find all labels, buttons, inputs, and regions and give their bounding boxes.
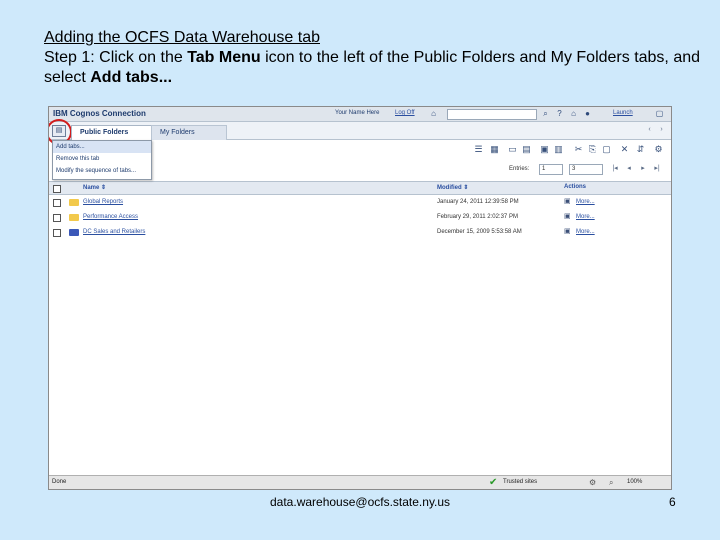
tab-bar: ▤ Public Folders My Folders ‹ › bbox=[49, 119, 671, 145]
table-row: Global Reports January 24, 2011 12:39:58… bbox=[49, 195, 671, 210]
last-page-icon[interactable]: ▸| bbox=[653, 165, 661, 173]
details-view-icon[interactable]: ▦ bbox=[489, 144, 500, 155]
search-icon[interactable]: ⌕ bbox=[541, 109, 550, 118]
tab-my-folders[interactable]: My Folders bbox=[151, 125, 227, 140]
new-folder-icon[interactable]: ▭ bbox=[507, 144, 518, 155]
app-brand: IBM Cognos Connection bbox=[53, 109, 146, 118]
help-icon[interactable]: ? bbox=[555, 109, 564, 118]
prev-page-icon[interactable]: ◂ bbox=[625, 165, 633, 173]
row-more-link[interactable]: More... bbox=[576, 229, 595, 235]
step-text-prefix: Step 1: Click on the bbox=[44, 49, 188, 66]
row-name-link[interactable]: Global Reports bbox=[83, 199, 123, 205]
package-icon bbox=[69, 229, 79, 236]
browser-status-bar: Done ✔ Trusted sites ⚙ ⌕ 100% bbox=[49, 475, 671, 489]
entries-label: Entries: bbox=[509, 166, 530, 172]
row-modified: January 24, 2011 12:39:58 PM bbox=[437, 199, 519, 205]
cognos-screenshot: IBM Cognos Connection Your Name Here Log… bbox=[48, 106, 672, 490]
folder-icon bbox=[69, 214, 79, 221]
next-tab-icon[interactable]: › bbox=[657, 125, 666, 134]
search-input[interactable] bbox=[447, 109, 537, 120]
tab-menu-dropdown: Add tabs... Remove this tab Modify the s… bbox=[52, 140, 152, 180]
footer-email: data.warehouse@ocfs.state.ny.us bbox=[270, 495, 451, 509]
first-page-icon[interactable]: |◂ bbox=[611, 165, 619, 173]
zoom-icon[interactable]: ⌕ bbox=[609, 478, 613, 488]
row-name-link[interactable]: Performance Access bbox=[83, 214, 138, 220]
home-icon[interactable]: ⌂ bbox=[429, 109, 438, 118]
row-checkbox[interactable] bbox=[53, 214, 61, 222]
row-more-link[interactable]: More... bbox=[576, 199, 595, 205]
set-properties-icon[interactable]: ▣ bbox=[564, 228, 572, 236]
protected-mode-icon[interactable]: ⚙ bbox=[589, 478, 596, 487]
menu-item-remove-tab[interactable]: Remove this tab bbox=[53, 153, 151, 165]
row-name-link[interactable]: DC Sales and Retailers bbox=[83, 229, 145, 235]
column-name-header[interactable]: Name ⇕ bbox=[83, 184, 106, 191]
order-icon[interactable]: ⇵ bbox=[635, 144, 646, 155]
page-number: 6 bbox=[669, 495, 676, 509]
tab-menu-icon[interactable]: ▤ bbox=[49, 119, 72, 145]
row-modified: December 15, 2009 5:53:58 AM bbox=[437, 229, 522, 235]
logoff-link[interactable]: Log Off bbox=[395, 110, 415, 116]
my-area-icon[interactable]: ⌂ bbox=[569, 109, 578, 118]
row-checkbox[interactable] bbox=[53, 229, 61, 237]
copy-icon[interactable]: ⎘ bbox=[587, 144, 598, 155]
table-row: DC Sales and Retailers December 15, 2009… bbox=[49, 225, 671, 240]
content-table: Name ⇕ Modified ⇕ Actions Global Reports… bbox=[49, 181, 671, 240]
new-page-icon[interactable]: ▤ bbox=[521, 144, 532, 155]
column-modified-header[interactable]: Modified ⇕ bbox=[437, 184, 468, 191]
column-actions-header: Actions bbox=[564, 184, 587, 190]
row-checkbox[interactable] bbox=[53, 199, 61, 207]
table-row: Performance Access February 29, 2011 2:0… bbox=[49, 210, 671, 225]
slide-title: Adding the OCFS Data Warehouse tab bbox=[44, 29, 320, 46]
new-url-icon[interactable]: ▥ bbox=[553, 144, 564, 155]
step-text-tab-menu: Tab Menu bbox=[187, 49, 261, 66]
zoom-level[interactable]: 100% bbox=[627, 479, 642, 485]
maximize-icon[interactable]: ▢ bbox=[655, 109, 664, 118]
checkmark-icon: ✔ bbox=[489, 477, 498, 488]
entries-to-field[interactable]: 3 bbox=[569, 164, 603, 175]
step-text-add-tabs: Add tabs... bbox=[90, 69, 173, 86]
table-header: Name ⇕ Modified ⇕ Actions bbox=[49, 181, 671, 195]
launch-menu[interactable]: Launch bbox=[613, 110, 633, 116]
set-properties-icon[interactable]: ▣ bbox=[564, 213, 572, 221]
app-header: IBM Cognos Connection Your Name Here Log… bbox=[49, 107, 671, 122]
folder-icon bbox=[69, 199, 79, 206]
set-properties-icon[interactable]: ▣ bbox=[564, 198, 572, 206]
cut-icon[interactable]: ✂ bbox=[573, 144, 584, 155]
menu-item-add-tabs[interactable]: Add tabs... bbox=[53, 141, 151, 153]
slide-instructions: Adding the OCFS Data Warehouse tab Step … bbox=[44, 28, 704, 88]
prev-tab-icon[interactable]: ‹ bbox=[645, 125, 654, 134]
row-more-link[interactable]: More... bbox=[576, 214, 595, 220]
user-name: Your Name Here bbox=[335, 110, 380, 116]
list-view-icon[interactable]: ☰ bbox=[473, 144, 484, 155]
row-modified: February 29, 2011 2:02:37 PM bbox=[437, 214, 518, 220]
status-text: Done bbox=[52, 479, 67, 485]
properties-icon[interactable]: ⚙ bbox=[653, 144, 664, 155]
paste-icon[interactable]: ▢ bbox=[601, 144, 612, 155]
next-page-icon[interactable]: ▸ bbox=[639, 165, 647, 173]
security-zone: Trusted sites bbox=[503, 479, 538, 485]
delete-icon[interactable]: ✕ bbox=[619, 144, 630, 155]
select-all-checkbox[interactable] bbox=[53, 185, 61, 193]
entries-from-field[interactable]: 1 bbox=[539, 164, 563, 175]
user-icon[interactable]: ● bbox=[583, 109, 592, 118]
new-job-icon[interactable]: ▣ bbox=[539, 144, 550, 155]
menu-item-modify-sequence[interactable]: Modify the sequence of tabs... bbox=[53, 165, 151, 177]
